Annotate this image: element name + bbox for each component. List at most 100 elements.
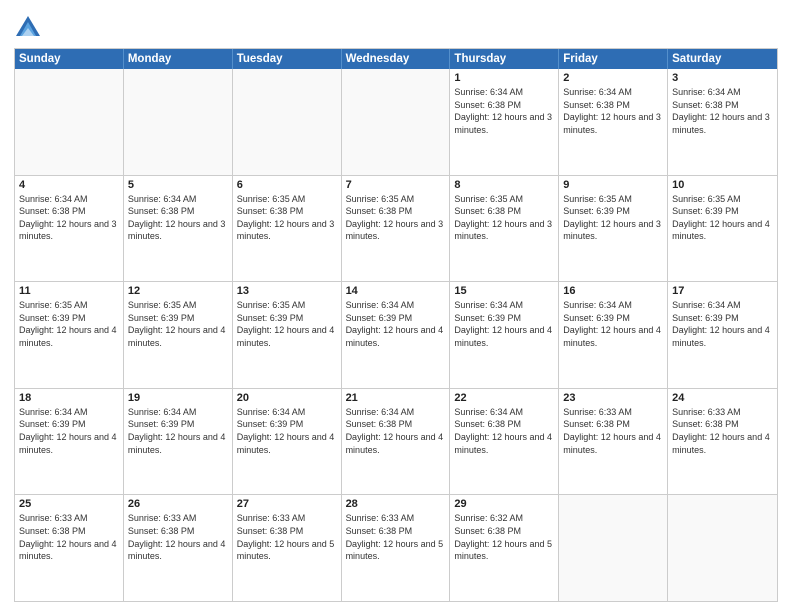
header [14,10,778,42]
calendar-cell: 15Sunrise: 6:34 AM Sunset: 6:39 PM Dayli… [450,282,559,388]
day-number: 4 [19,179,119,191]
day-number: 24 [672,392,773,404]
day-info: Sunrise: 6:34 AM Sunset: 6:38 PM Dayligh… [563,86,663,136]
day-info: Sunrise: 6:34 AM Sunset: 6:38 PM Dayligh… [346,406,446,456]
day-info: Sunrise: 6:35 AM Sunset: 6:38 PM Dayligh… [346,193,446,243]
day-info: Sunrise: 6:35 AM Sunset: 6:39 PM Dayligh… [563,193,663,243]
calendar-cell: 9Sunrise: 6:35 AM Sunset: 6:39 PM Daylig… [559,176,668,282]
calendar-row-3: 18 Sunrise: 6:34 AM Sunset: 6:39 PM Dayli… [15,388,777,495]
day-info: Sunrise: 6:34 AM Sunset: 6:38 PM Dayligh… [454,406,554,456]
day-number: 14 [346,285,446,297]
day-number: 17 [672,285,773,297]
calendar-cell: 17 Sunrise: 6:34 AM Sunset: 6:39 PM Dayli… [668,282,777,388]
calendar: SundayMondayTuesdayWednesdayThursdayFrid… [14,48,778,602]
calendar-cell: 20 Sunrise: 6:34 AM Sunset: 6:39 PM Dayli… [233,389,342,495]
header-day-tuesday: Tuesday [233,49,342,69]
calendar-cell: 7 Sunrise: 6:35 AM Sunset: 6:38 PM Daylig… [342,176,451,282]
day-number: 26 [128,498,228,510]
calendar-body: 1 Sunrise: 6:34 AM Sunset: 6:38 PM Daylig… [15,69,777,601]
day-number: 13 [237,285,337,297]
day-info: Sunrise: 6:34 AM Sunset: 6:39 PM Dayligh… [672,299,773,349]
day-number: 11 [19,285,119,297]
calendar-cell: 19 Sunrise: 6:34 AM Sunset: 6:39 PM Dayli… [124,389,233,495]
calendar-cell: 11 Sunrise: 6:35 AM Sunset: 6:39 PM Dayli… [15,282,124,388]
day-info: Sunrise: 6:34 AM Sunset: 6:39 PM Dayligh… [237,406,337,456]
day-info: Sunrise: 6:34 AM Sunset: 6:39 PM Dayligh… [563,299,663,349]
day-info: Sunrise: 6:34 AM Sunset: 6:39 PM Dayligh… [19,406,119,456]
calendar-cell: 28 Sunrise: 6:33 AM Sunset: 6:38 PM Dayli… [342,495,451,601]
day-number: 18 [19,392,119,404]
calendar-row-2: 11 Sunrise: 6:35 AM Sunset: 6:39 PM Dayli… [15,281,777,388]
day-number: 2 [563,72,663,84]
day-info: Sunrise: 6:34 AM Sunset: 6:38 PM Dayligh… [19,193,119,243]
calendar-cell: 27 Sunrise: 6:33 AM Sunset: 6:38 PM Dayli… [233,495,342,601]
day-info: Sunrise: 6:32 AM Sunset: 6:38 PM Dayligh… [454,512,554,562]
calendar-cell: 8 Sunrise: 6:35 AM Sunset: 6:38 PM Daylig… [450,176,559,282]
day-info: Sunrise: 6:34 AM Sunset: 6:38 PM Dayligh… [454,86,554,136]
calendar-cell: 10 Sunrise: 6:35 AM Sunset: 6:39 PM Dayli… [668,176,777,282]
calendar-cell: 12Sunrise: 6:35 AM Sunset: 6:39 PM Dayli… [124,282,233,388]
generalblue-icon [14,14,42,42]
calendar-cell [233,69,342,175]
day-number: 27 [237,498,337,510]
day-number: 21 [346,392,446,404]
calendar-cell: 22 Sunrise: 6:34 AM Sunset: 6:38 PM Dayli… [450,389,559,495]
day-info: Sunrise: 6:33 AM Sunset: 6:38 PM Dayligh… [237,512,337,562]
calendar-row-4: 25 Sunrise: 6:33 AM Sunset: 6:38 PM Dayli… [15,494,777,601]
day-info: Sunrise: 6:33 AM Sunset: 6:38 PM Dayligh… [672,406,773,456]
calendar-cell: 29 Sunrise: 6:32 AM Sunset: 6:38 PM Dayli… [450,495,559,601]
calendar-cell: 13 Sunrise: 6:35 AM Sunset: 6:39 PM Dayli… [233,282,342,388]
calendar-cell: 26 Sunrise: 6:33 AM Sunset: 6:38 PM Dayli… [124,495,233,601]
header-day-saturday: Saturday [668,49,777,69]
calendar-cell: 5Sunrise: 6:34 AM Sunset: 6:38 PM Daylig… [124,176,233,282]
calendar-cell [559,495,668,601]
day-number: 7 [346,179,446,191]
calendar-cell: 1 Sunrise: 6:34 AM Sunset: 6:38 PM Daylig… [450,69,559,175]
day-number: 12 [128,285,228,297]
day-number: 25 [19,498,119,510]
calendar-cell [15,69,124,175]
day-number: 10 [672,179,773,191]
calendar-cell [124,69,233,175]
day-number: 23 [563,392,663,404]
calendar-cell [668,495,777,601]
calendar-cell: 16Sunrise: 6:34 AM Sunset: 6:39 PM Dayli… [559,282,668,388]
calendar-cell [342,69,451,175]
calendar-cell: 21 Sunrise: 6:34 AM Sunset: 6:38 PM Dayli… [342,389,451,495]
day-number: 8 [454,179,554,191]
day-info: Sunrise: 6:35 AM Sunset: 6:38 PM Dayligh… [454,193,554,243]
calendar-cell: 14Sunrise: 6:34 AM Sunset: 6:39 PM Dayli… [342,282,451,388]
day-info: Sunrise: 6:33 AM Sunset: 6:38 PM Dayligh… [346,512,446,562]
day-info: Sunrise: 6:35 AM Sunset: 6:38 PM Dayligh… [237,193,337,243]
calendar-row-0: 1 Sunrise: 6:34 AM Sunset: 6:38 PM Daylig… [15,69,777,175]
header-day-monday: Monday [124,49,233,69]
calendar-cell: 24 Sunrise: 6:33 AM Sunset: 6:38 PM Dayli… [668,389,777,495]
day-number: 1 [454,72,554,84]
day-info: Sunrise: 6:33 AM Sunset: 6:38 PM Dayligh… [563,406,663,456]
calendar-cell: 4 Sunrise: 6:34 AM Sunset: 6:38 PM Daylig… [15,176,124,282]
day-number: 6 [237,179,337,191]
day-info: Sunrise: 6:35 AM Sunset: 6:39 PM Dayligh… [237,299,337,349]
calendar-cell: 23 Sunrise: 6:33 AM Sunset: 6:38 PM Dayli… [559,389,668,495]
day-number: 20 [237,392,337,404]
day-info: Sunrise: 6:35 AM Sunset: 6:39 PM Dayligh… [672,193,773,243]
day-info: Sunrise: 6:34 AM Sunset: 6:38 PM Dayligh… [672,86,773,136]
calendar-header: SundayMondayTuesdayWednesdayThursdayFrid… [15,49,777,69]
day-info: Sunrise: 6:33 AM Sunset: 6:38 PM Dayligh… [128,512,228,562]
logo [14,14,46,42]
header-day-sunday: Sunday [15,49,124,69]
day-number: 5 [128,179,228,191]
day-number: 29 [454,498,554,510]
page: SundayMondayTuesdayWednesdayThursdayFrid… [0,0,792,612]
day-info: Sunrise: 6:35 AM Sunset: 6:39 PM Dayligh… [19,299,119,349]
header-day-wednesday: Wednesday [342,49,451,69]
calendar-cell: 18 Sunrise: 6:34 AM Sunset: 6:39 PM Dayli… [15,389,124,495]
calendar-cell: 6 Sunrise: 6:35 AM Sunset: 6:38 PM Daylig… [233,176,342,282]
header-day-thursday: Thursday [450,49,559,69]
calendar-cell: 2 Sunrise: 6:34 AM Sunset: 6:38 PM Daylig… [559,69,668,175]
day-info: Sunrise: 6:34 AM Sunset: 6:39 PM Dayligh… [128,406,228,456]
calendar-cell: 25Sunrise: 6:33 AM Sunset: 6:38 PM Dayli… [15,495,124,601]
day-number: 28 [346,498,446,510]
day-number: 22 [454,392,554,404]
day-number: 19 [128,392,228,404]
